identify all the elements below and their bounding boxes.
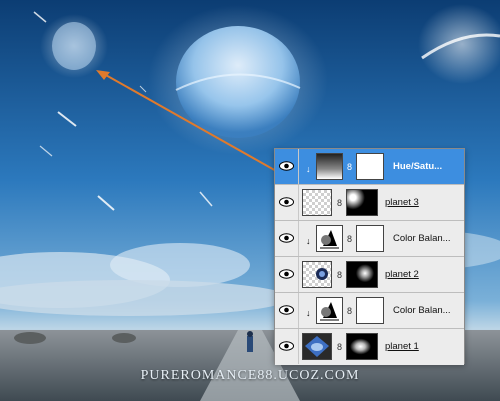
layer-name: Hue/Satu... bbox=[393, 161, 443, 172]
eye-icon bbox=[279, 161, 294, 171]
clipping-arrow-icon: ↓ bbox=[306, 164, 311, 174]
clipping-arrow-icon: ↓ bbox=[306, 236, 311, 246]
layer-row-planet-1[interactable]: 8 planet 1 bbox=[275, 329, 464, 365]
planet-3-thumbnail bbox=[302, 189, 332, 216]
eye-icon bbox=[279, 197, 294, 207]
visibility-toggle[interactable] bbox=[275, 329, 299, 364]
layer-mask-thumbnail bbox=[356, 225, 384, 252]
layer-name: Color Balan... bbox=[393, 233, 451, 244]
layer-name: Color Balan... bbox=[393, 305, 451, 316]
chain-link-icon: 8 bbox=[337, 198, 343, 208]
color-balance-icon bbox=[316, 297, 343, 324]
eye-icon bbox=[279, 341, 294, 351]
layers-panel: ↓ 8 Hue/Satu... 8 planet 3 ↓ 8 Color Bal… bbox=[274, 148, 465, 365]
chain-link-icon: 8 bbox=[347, 306, 353, 316]
layer-row-planet-2[interactable]: 8 planet 2 bbox=[275, 257, 464, 293]
watermark-text: PURERОMANCE88.UCOZ.COM bbox=[140, 368, 360, 383]
layer-mask-thumbnail bbox=[346, 333, 378, 360]
layer-row-hue-saturation[interactable]: ↓ 8 Hue/Satu... bbox=[275, 149, 464, 185]
layer-name: planet 1 bbox=[385, 341, 419, 352]
visibility-toggle[interactable] bbox=[275, 293, 299, 328]
layer-row-planet-3[interactable]: 8 planet 3 bbox=[275, 185, 464, 221]
planet-1-thumbnail bbox=[302, 333, 332, 360]
layer-row-color-balance[interactable]: ↓ 8 Color Balan... bbox=[275, 293, 464, 329]
layer-mask-thumbnail bbox=[356, 153, 384, 180]
chain-link-icon: 8 bbox=[347, 162, 353, 172]
visibility-toggle[interactable] bbox=[275, 221, 299, 256]
planet-2-thumbnail bbox=[302, 261, 332, 288]
layer-mask-thumbnail bbox=[346, 261, 378, 288]
visibility-toggle[interactable] bbox=[275, 149, 299, 184]
chain-link-icon: 8 bbox=[347, 234, 353, 244]
eye-icon bbox=[279, 269, 294, 279]
layer-name: planet 2 bbox=[385, 269, 419, 280]
chain-link-icon: 8 bbox=[337, 270, 343, 280]
visibility-toggle[interactable] bbox=[275, 257, 299, 292]
visibility-toggle[interactable] bbox=[275, 185, 299, 220]
chain-link-icon: 8 bbox=[337, 342, 343, 352]
layer-mask-thumbnail bbox=[356, 297, 384, 324]
hue-saturation-icon bbox=[316, 153, 343, 180]
color-balance-icon bbox=[316, 225, 343, 252]
eye-icon bbox=[279, 305, 294, 315]
clipping-arrow-icon: ↓ bbox=[306, 308, 311, 318]
layer-row-color-balance[interactable]: ↓ 8 Color Balan... bbox=[275, 221, 464, 257]
eye-icon bbox=[279, 233, 294, 243]
layer-name: planet 3 bbox=[385, 197, 419, 208]
layer-mask-thumbnail bbox=[346, 189, 378, 216]
